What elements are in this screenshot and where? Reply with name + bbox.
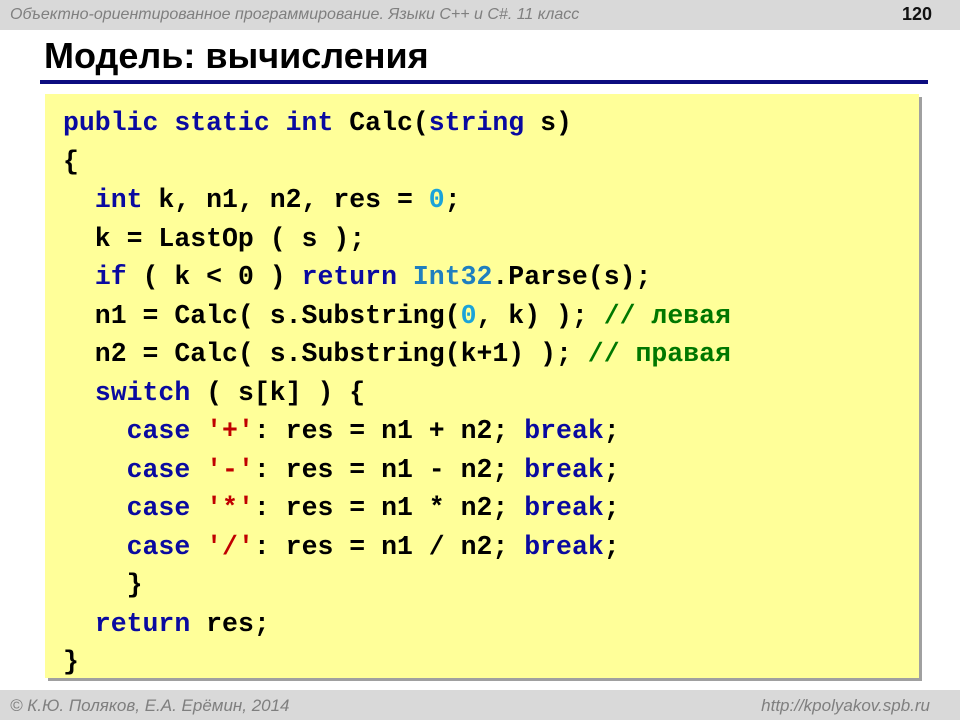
code-line: switch ( s[k] ) { bbox=[63, 374, 731, 413]
code-text: { bbox=[63, 146, 79, 177]
code-text: ( s[k] ) { bbox=[190, 377, 366, 408]
code-line: { bbox=[63, 143, 731, 182]
code-text: , k) ); bbox=[476, 300, 604, 331]
keyword: case bbox=[126, 454, 191, 485]
code-text: ; bbox=[444, 185, 461, 215]
slide-number: 120 bbox=[901, 4, 932, 24]
keyword: switch bbox=[94, 377, 191, 408]
code-line: } bbox=[63, 643, 731, 682]
keyword: if bbox=[94, 262, 127, 292]
number-literal: 0 bbox=[428, 185, 445, 215]
code-block: public static int Calc(string s){ int k,… bbox=[45, 94, 919, 678]
code-text: s) bbox=[524, 108, 572, 138]
comment: // правая bbox=[587, 339, 731, 369]
code-line: return res; bbox=[63, 605, 731, 644]
keyword: break bbox=[524, 493, 604, 523]
code-line: public static int Calc(string s) bbox=[63, 104, 731, 143]
keyword: break bbox=[524, 531, 604, 562]
copyright: © К.Ю. Поляков, Е.А. Ерёмин, 2014 bbox=[10, 696, 290, 715]
char-literal: '/' bbox=[206, 531, 254, 562]
code-text: ; bbox=[603, 493, 620, 523]
keyword: case bbox=[126, 416, 191, 446]
code-text: : res = n1 - n2; bbox=[253, 454, 525, 485]
code-line: if ( k < 0 ) return Int32.Parse(s); bbox=[63, 258, 731, 297]
code-line: int k, n1, n2, res = 0; bbox=[63, 181, 731, 220]
code-text: ( k < 0 ) bbox=[126, 262, 302, 292]
slide-title: Модель: вычисления bbox=[44, 35, 429, 76]
code-line: } bbox=[63, 566, 731, 605]
code-text: } bbox=[63, 570, 143, 600]
keyword: return bbox=[301, 262, 397, 292]
code-text: .Parse(s); bbox=[492, 262, 652, 292]
number-literal: 0 bbox=[460, 300, 477, 331]
code-text: n2 = Calc( s.Substring(k+1) ); bbox=[63, 339, 588, 369]
code-text: Calc( bbox=[333, 108, 429, 138]
code-text: } bbox=[63, 647, 79, 677]
keyword: break bbox=[524, 416, 604, 446]
code-listing: public static int Calc(string s){ int k,… bbox=[63, 104, 731, 682]
keyword: case bbox=[126, 531, 191, 562]
code-text: ; bbox=[603, 531, 620, 562]
course-title: Объектно-ориентированное программировани… bbox=[10, 6, 580, 23]
code-text: : res = n1 / n2; bbox=[253, 531, 525, 562]
footer-bar: © К.Ю. Поляков, Е.А. Ерёмин, 2014 http:/… bbox=[0, 690, 960, 720]
code-text: k = LastOp ( s ); bbox=[63, 223, 366, 254]
keyword: int bbox=[94, 185, 143, 215]
code-line: case '*': res = n1 * n2; break; bbox=[63, 489, 731, 528]
keyword: case bbox=[126, 493, 191, 523]
code-text: ; bbox=[603, 416, 620, 446]
code-line: case '+': res = n1 + n2; break; bbox=[63, 412, 731, 451]
code-line: k = LastOp ( s ); bbox=[63, 220, 731, 259]
comment: // левая bbox=[603, 300, 731, 331]
code-line: case '-': res = n1 - n2; break; bbox=[63, 451, 731, 490]
keyword: return bbox=[94, 608, 191, 639]
char-literal: '+' bbox=[206, 416, 254, 446]
header-bar: Объектно-ориентированное программировани… bbox=[0, 0, 960, 30]
code-text: ; bbox=[603, 454, 620, 485]
code-line: n1 = Calc( s.Substring(0, k) ); // левая bbox=[63, 297, 731, 336]
code-text: n1 = Calc( s.Substring( bbox=[63, 300, 461, 331]
code-line: case '/': res = n1 / n2; break; bbox=[63, 528, 731, 567]
keyword: string bbox=[428, 108, 525, 138]
keyword: break bbox=[524, 454, 604, 485]
type-name: Int32 bbox=[412, 262, 493, 292]
char-literal: '*' bbox=[206, 493, 254, 523]
code-text: : res = n1 + n2; bbox=[253, 416, 525, 446]
keyword: public static int bbox=[63, 108, 334, 138]
title-underline bbox=[40, 80, 928, 84]
site-url[interactable]: http://kpolyakov.spb.ru bbox=[761, 696, 930, 716]
code-text: k, n1, n2, res = bbox=[142, 185, 429, 215]
code-text: : res = n1 * n2; bbox=[253, 493, 525, 523]
code-line: n2 = Calc( s.Substring(k+1) ); // правая bbox=[63, 335, 731, 374]
code-text: res; bbox=[190, 608, 270, 639]
char-literal: '-' bbox=[206, 454, 254, 485]
